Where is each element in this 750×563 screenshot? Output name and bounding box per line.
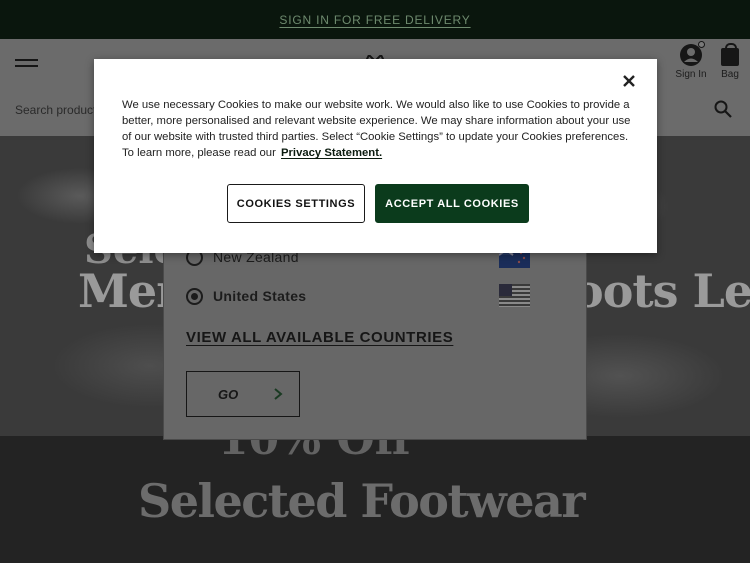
view-all-countries-link[interactable]: VIEW ALL AVAILABLE COUNTRIES — [186, 329, 453, 346]
country-selector-modal: New Zealand United States VIEW ALL AVAIL… — [163, 232, 587, 440]
shopping-bag-icon — [721, 43, 739, 66]
promo-band[interactable]: 10% Off Selected Footwear — [0, 414, 750, 563]
country-option-united-states[interactable]: United States — [186, 284, 530, 308]
cookie-description: We use necessary Cookies to make our web… — [122, 97, 634, 161]
go-label: GO — [218, 386, 239, 402]
country-label: United States — [213, 288, 307, 304]
search-icon[interactable] — [714, 100, 732, 118]
free-delivery-signin-link[interactable]: SIGN IN FOR FREE DELIVERY — [279, 13, 470, 27]
bag-button[interactable]: Bag — [716, 43, 744, 80]
hamburger-menu-icon[interactable] — [15, 59, 38, 71]
privacy-statement-link[interactable]: Privacy Statement. — [281, 147, 382, 159]
sign-in-button[interactable]: Sign In — [671, 41, 711, 80]
sign-in-label: Sign In — [675, 69, 707, 80]
go-button[interactable]: GO — [186, 371, 300, 417]
radio-button-selected[interactable] — [186, 287, 203, 305]
band-heading-line2: Selected Footwear — [138, 474, 586, 528]
account-icon — [680, 41, 705, 66]
accept-all-cookies-button[interactable]: ACCEPT ALL COOKIES — [375, 184, 529, 223]
cookies-settings-button[interactable]: COOKIES SETTINGS — [227, 184, 365, 223]
cookie-consent-dialog: We use necessary Cookies to make our web… — [94, 59, 657, 253]
promo-banner: SIGN IN FOR FREE DELIVERY — [0, 0, 750, 39]
chevron-right-icon — [274, 388, 283, 400]
close-icon[interactable] — [621, 73, 637, 89]
united-states-flag-icon — [499, 284, 530, 307]
bag-label: Bag — [721, 69, 739, 80]
notification-dot — [698, 41, 705, 48]
